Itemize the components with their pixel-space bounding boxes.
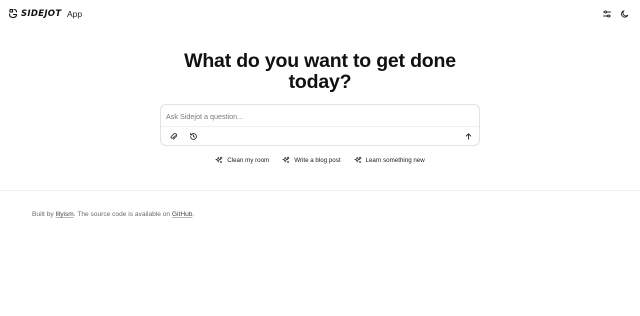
suggestion-learn-something-new[interactable]: Learn something new: [354, 156, 425, 164]
brand-logo-link[interactable]: SIDEJOT: [8, 8, 61, 19]
suggestion-label: Clean my room: [227, 156, 270, 164]
page-title-line-2: today?: [288, 71, 352, 93]
arrow-up-icon: [465, 132, 471, 140]
footer-prefix: Built by: [32, 211, 56, 218]
footer-suffix: .: [192, 211, 195, 218]
theme-toggle-button[interactable]: [619, 8, 631, 20]
prompt-box: [160, 104, 480, 146]
suggestion-clean-my-room[interactable]: Clean my room: [215, 156, 269, 164]
footer-middle: . The source code is available on: [73, 211, 172, 218]
attach-button[interactable]: [166, 129, 180, 143]
author-link[interactable]: Illyism: [55, 211, 73, 218]
footer-text: Built by Illyism. The source code is ava…: [32, 211, 194, 218]
nav-link-app[interactable]: App: [67, 9, 82, 19]
prompt-input[interactable]: [166, 109, 474, 123]
sparkle-icon: [215, 156, 223, 164]
brand-name: SIDEJOT: [21, 8, 62, 19]
suggestion-label: Write a blog post: [294, 156, 341, 164]
sidejot-logo-icon: [8, 8, 18, 19]
github-link[interactable]: GitHub: [172, 211, 193, 218]
top-navigation-bar: SIDEJOT App: [0, 0, 640, 28]
sparkle-icon: [282, 156, 290, 164]
suggestion-write-a-blog-post[interactable]: Write a blog post: [282, 156, 341, 164]
page-title: What do you want to get done today?: [0, 51, 640, 93]
paperclip-icon: [170, 132, 177, 140]
suggestion-list: Clean my room Write a blog post Learn so…: [0, 156, 640, 164]
prompt-divider: [161, 126, 479, 127]
settings-button[interactable]: [601, 8, 613, 20]
sparkle-icon: [354, 156, 362, 164]
moon-icon: [621, 10, 629, 18]
page-title-line-1: What do you want to get done: [184, 50, 456, 72]
history-button[interactable]: [186, 129, 200, 143]
send-button[interactable]: [461, 129, 475, 143]
footer-divider: [0, 190, 640, 191]
suggestion-label: Learn something new: [365, 156, 425, 164]
sliders-icon: [603, 10, 611, 18]
history-icon: [189, 132, 197, 140]
